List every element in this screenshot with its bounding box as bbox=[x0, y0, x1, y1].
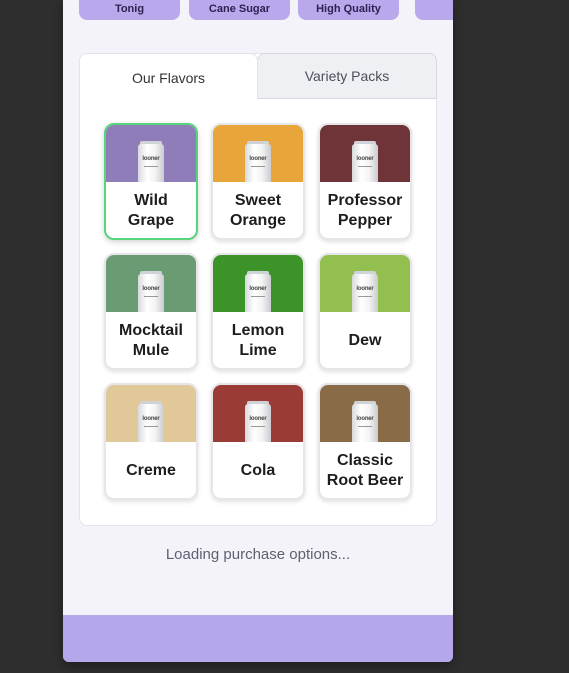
can-icon: looner bbox=[245, 141, 271, 182]
flavor-name: Creme bbox=[126, 462, 176, 479]
can-logo: looner bbox=[249, 416, 267, 422]
flavor-tile[interactable]: looner Professor Pepper bbox=[318, 123, 412, 240]
tab-variety-packs[interactable]: Variety Packs bbox=[257, 53, 437, 99]
can-icon: looner bbox=[245, 271, 271, 312]
flavor-tile[interactable]: looner Cola bbox=[211, 383, 305, 500]
flavor-name: Lemon Lime bbox=[231, 322, 285, 359]
flavor-tile[interactable]: looner Sweet Orange bbox=[211, 123, 305, 240]
can-logo: looner bbox=[142, 416, 160, 422]
can-logo: looner bbox=[249, 156, 267, 162]
flavor-name: Classic Root Beer bbox=[326, 452, 404, 489]
can-logo: looner bbox=[356, 286, 374, 292]
feature-chip bbox=[415, 0, 453, 20]
flavor-color-swatch: looner bbox=[106, 125, 196, 182]
flavor-name: Dew bbox=[348, 332, 382, 349]
can-logo: looner bbox=[249, 286, 267, 292]
flavor-tile[interactable]: looner Lemon Lime bbox=[211, 253, 305, 370]
flavor-tile[interactable]: looner Dew bbox=[318, 253, 412, 370]
can-icon: looner bbox=[352, 271, 378, 312]
flavor-name: Sweet Orange bbox=[229, 192, 286, 229]
feature-chip: Tonig bbox=[79, 0, 180, 20]
flavor-color-swatch: looner bbox=[213, 255, 303, 312]
flavor-color-swatch: looner bbox=[320, 385, 410, 442]
tab-bar: Our Flavors Variety Packs bbox=[79, 53, 437, 99]
feature-chip: High Quality bbox=[298, 0, 399, 20]
flavor-color-swatch: looner bbox=[106, 255, 196, 312]
flavor-name: Professor Pepper bbox=[327, 192, 403, 229]
flavor-color-swatch: looner bbox=[320, 255, 410, 312]
flavor-tile[interactable]: looner Wild Grape bbox=[104, 123, 198, 240]
flavor-color-swatch: looner bbox=[106, 385, 196, 442]
can-logo: looner bbox=[142, 156, 160, 162]
product-panel: Tonig Cane Sugar High Quality Our Flavor… bbox=[63, 0, 453, 662]
flavor-name: Cola bbox=[240, 462, 276, 479]
flavor-name: Wild Grape bbox=[127, 192, 175, 229]
can-icon: looner bbox=[352, 401, 378, 442]
can-icon: looner bbox=[245, 401, 271, 442]
tab-divider bbox=[257, 98, 437, 99]
flavor-tile[interactable]: looner Creme bbox=[104, 383, 198, 500]
flavor-card: Our Flavors Variety Packs looner Wild Gra… bbox=[79, 53, 437, 526]
can-logo: looner bbox=[356, 416, 374, 422]
footer-bar bbox=[63, 615, 453, 662]
can-icon: looner bbox=[138, 271, 164, 312]
flavor-tile[interactable]: looner Classic Root Beer bbox=[318, 383, 412, 500]
feature-chip: Cane Sugar bbox=[189, 0, 290, 20]
flavor-color-swatch: looner bbox=[213, 125, 303, 182]
can-logo: looner bbox=[142, 286, 160, 292]
can-icon: looner bbox=[138, 401, 164, 442]
can-icon: looner bbox=[138, 141, 164, 182]
flavor-color-swatch: looner bbox=[213, 385, 303, 442]
can-icon: looner bbox=[352, 141, 378, 182]
can-logo: looner bbox=[356, 156, 374, 162]
flavor-color-swatch: looner bbox=[320, 125, 410, 182]
tab-our-flavors[interactable]: Our Flavors bbox=[79, 53, 258, 99]
flavor-tile[interactable]: looner Mocktail Mule bbox=[104, 253, 198, 370]
flavor-name: Mocktail Mule bbox=[118, 322, 183, 359]
loading-status: Loading purchase options... bbox=[165, 546, 351, 563]
